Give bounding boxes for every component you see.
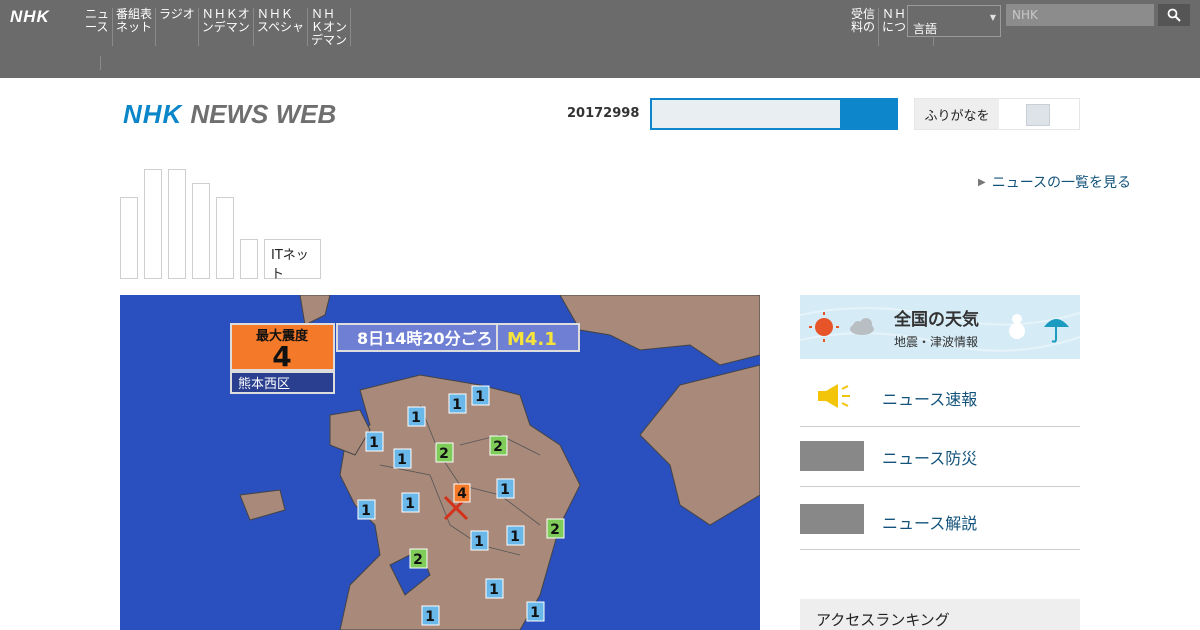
intensity-marker: 1 — [526, 601, 545, 622]
intensity-marker: 1 — [393, 448, 412, 469]
earthquake-map: 最大震度 4 熊本西区 8日14時20分ごろ M4.1 1 1 1 1 1 2 … — [120, 295, 760, 630]
nav-item-ondemand[interactable]: ＮＨＫオ ンデマン — [199, 8, 254, 46]
intensity-marker: 1 — [421, 605, 440, 626]
furigana-toggle[interactable]: ふりがなを — [914, 98, 1080, 130]
side-link-disaster[interactable]: ニュース防災 — [800, 425, 1080, 487]
nav-item-ondemand-2[interactable]: ＮＨ Ｋオン デマン — [308, 8, 351, 47]
side-link-commentary[interactable]: ニュース解説 — [800, 488, 1080, 550]
intensity-marker: 1 — [357, 499, 376, 520]
search-icon — [1167, 8, 1181, 22]
map-time: 8日14時20分ごろ — [357, 329, 493, 348]
svg-text:1: 1 — [397, 452, 407, 468]
global-search-button[interactable] — [1158, 4, 1190, 26]
intensity-marker: 1 — [365, 431, 384, 452]
global-nav-left: ニュ ース 番組表 ネット ラジオ ＮＨＫオ ンデマン ＮＨＫ スペシャ ＮＨ … — [82, 8, 351, 47]
weather-subtitle: 地震・津波情報 — [894, 335, 979, 349]
intensity-marker: 4 — [453, 483, 471, 503]
intensity-marker: 1 — [448, 393, 467, 414]
category-tab-1[interactable] — [120, 197, 138, 279]
category-tab-6[interactable] — [240, 239, 258, 279]
intensity-marker: 2 — [435, 442, 454, 463]
svg-text:1: 1 — [510, 529, 520, 545]
category-tab-2[interactable] — [144, 169, 162, 279]
intensity-marker: 1 — [471, 385, 490, 406]
category-tab-3[interactable] — [168, 169, 186, 279]
date-text: 20172998 — [567, 106, 640, 121]
map-region: 熊本西区 — [238, 376, 290, 392]
svg-text:1: 1 — [500, 482, 510, 498]
intensity-marker: 1 — [470, 530, 489, 551]
intensity-marker: 2 — [489, 435, 508, 456]
svg-text:1: 1 — [405, 496, 415, 512]
intensity-marker: 1 — [485, 578, 504, 599]
intensity-marker: 2 — [409, 548, 428, 569]
svg-text:2: 2 — [413, 552, 423, 568]
news-search-input[interactable] — [650, 98, 842, 130]
svg-text:1: 1 — [475, 389, 485, 405]
category-tab-5[interactable] — [216, 197, 234, 279]
news-list-link[interactable]: ▶ ニュースの一覧を見る — [978, 172, 1131, 192]
megaphone-icon — [818, 384, 850, 408]
side-link-breaking-news[interactable]: ニュース速報 — [800, 365, 1080, 427]
side-link-label: ニュース解説 — [882, 514, 978, 533]
logo-news-web: NEWS WEB — [190, 99, 337, 129]
svg-text:1: 1 — [530, 605, 540, 621]
nav-item-fee[interactable]: 受信 料の — [848, 8, 880, 46]
map-max-value: 4 — [272, 340, 291, 373]
intensity-marker: 1 — [401, 492, 420, 513]
global-search-input[interactable]: NHK — [1006, 4, 1154, 26]
news-list-link-text: ニュースの一覧を見る — [991, 175, 1132, 191]
nav-item-special[interactable]: ＮＨＫ スペシャ — [254, 8, 308, 46]
svg-text:2: 2 — [550, 522, 560, 538]
weather-title: 全国の天気 — [894, 310, 979, 330]
nav-item-news[interactable]: ニュ ース — [82, 8, 114, 46]
side-link-label: ニュース防災 — [882, 449, 978, 468]
svg-text:1: 1 — [489, 582, 499, 598]
weather-banner[interactable]: 全国の天気 地震・津波情報 — [800, 295, 1080, 359]
category-tab-4[interactable] — [192, 183, 210, 279]
cloud-icon — [850, 318, 874, 335]
furigana-toggle-label: ふりがなを — [915, 99, 999, 129]
snowman-icon — [1009, 314, 1025, 339]
category-tab-it[interactable]: ITネット — [264, 239, 321, 282]
intensity-marker: 1 — [506, 525, 525, 546]
nav-item-radio[interactable]: ラジオ — [156, 8, 199, 46]
svg-text:1: 1 — [361, 503, 371, 519]
intensity-marker: 1 — [407, 406, 426, 427]
global-nav-bar: NHK ニュ ース 番組表 ネット ラジオ ＮＨＫオ ンデマン ＮＨＫ スペシャ… — [0, 0, 1200, 78]
svg-text:2: 2 — [493, 439, 503, 455]
earthquake-map-image[interactable]: 最大震度 4 熊本西区 8日14時20分ごろ M4.1 1 1 1 1 1 2 … — [120, 295, 760, 630]
side-link-thumbnail — [800, 504, 864, 534]
svg-text:1: 1 — [369, 435, 379, 451]
nhk-brand-logo[interactable]: NHK — [10, 7, 50, 27]
news-web-logo[interactable]: NHK NEWS WEB — [123, 99, 337, 130]
svg-text:1: 1 — [474, 534, 484, 550]
news-search-button[interactable] — [841, 98, 898, 130]
intensity-marker: 1 — [496, 478, 515, 499]
svg-text:1: 1 — [425, 609, 435, 625]
map-magnitude: M4.1 — [507, 329, 557, 350]
svg-text:4: 4 — [457, 486, 467, 502]
chevron-down-icon: ▼ — [989, 13, 996, 22]
svg-text:1: 1 — [452, 397, 462, 413]
ranking-box-header: アクセスランキング — [800, 599, 1080, 630]
side-link-label: ニュース速報 — [882, 390, 978, 409]
side-link-thumbnail — [800, 441, 864, 471]
svg-text:2: 2 — [439, 446, 449, 462]
triangle-right-icon: ▶ — [978, 176, 986, 188]
nav-divider — [100, 56, 101, 70]
ranking-box-title: アクセスランキング — [816, 611, 950, 629]
language-select[interactable]: 言語 ▼ — [907, 5, 1001, 37]
furigana-switch[interactable] — [1026, 104, 1050, 126]
language-select-value: 言語 — [913, 22, 938, 36]
umbrella-icon — [1044, 319, 1069, 343]
svg-text:1: 1 — [411, 410, 421, 426]
intensity-marker: 2 — [546, 518, 565, 539]
logo-nhk: NHK — [123, 99, 183, 129]
nav-item-program-table[interactable]: 番組表 ネット — [113, 8, 157, 46]
